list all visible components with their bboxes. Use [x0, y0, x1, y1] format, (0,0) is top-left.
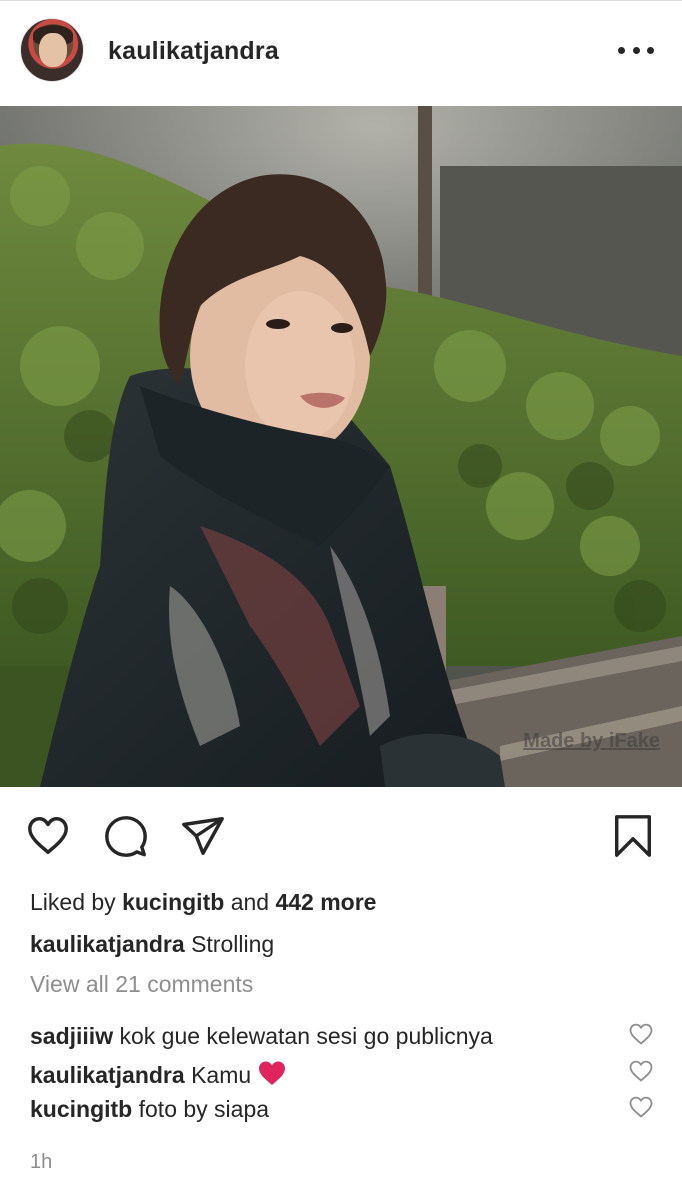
comment-like-heart-icon[interactable] [628, 1022, 654, 1046]
heart-icon [28, 817, 68, 855]
comment-item: sadjiiiw kok gue kelewatan sesi go publi… [30, 1023, 630, 1050]
bookmark-icon [614, 815, 652, 857]
post-photo[interactable]: Made by iFake [0, 106, 682, 787]
view-all-comments-link[interactable]: View all 21 comments [30, 971, 253, 998]
post-header: kaulikatjandra [0, 0, 682, 106]
caption-username[interactable]: kaulikatjandra [30, 931, 185, 957]
comment-like-heart-icon[interactable] [628, 1095, 654, 1119]
save-button[interactable] [610, 813, 656, 859]
comment-item: kucingitb foto by siapa [30, 1096, 630, 1123]
post-caption: kaulikatjandra Strolling [30, 931, 274, 958]
likes-summary[interactable]: Liked by kucingitb and 442 more [30, 889, 376, 916]
post-timestamp: 1h [30, 1151, 53, 1173]
post-action-bar [0, 787, 682, 883]
comment-text: Kamu [191, 1062, 252, 1088]
comment-username[interactable]: kaulikatjandra [30, 1062, 185, 1088]
comment-button[interactable] [103, 813, 149, 859]
likes-connector: and [230, 889, 270, 915]
photo-illustration [0, 106, 682, 787]
send-icon [182, 817, 224, 855]
share-button[interactable] [180, 813, 226, 859]
avatar[interactable] [20, 18, 84, 82]
post-author-username[interactable]: kaulikatjandra [108, 37, 279, 66]
comment-like-heart-icon[interactable] [628, 1059, 654, 1083]
comment-text: kok gue kelewatan sesi go publicnya [119, 1023, 493, 1049]
comment-username[interactable]: kucingitb [30, 1096, 132, 1122]
watermark-text: Made by iFake [523, 730, 660, 752]
comment-username[interactable]: sadjiiiw [30, 1023, 113, 1049]
like-button[interactable] [25, 813, 71, 859]
likes-prefix: Liked by [30, 889, 116, 915]
comment-icon [105, 816, 147, 857]
caption-text: Strolling [191, 931, 275, 957]
comment-text: foto by siapa [138, 1096, 270, 1122]
likes-count[interactable]: 442 more [275, 889, 376, 915]
red-heart-emoji-icon [258, 1061, 285, 1085]
comment-item: kaulikatjandra Kamu [30, 1060, 630, 1089]
instagram-post: kaulikatjandra Made by iFake Liked by ku… [0, 0, 682, 1199]
more-options-icon[interactable] [618, 47, 654, 57]
liked-by-username[interactable]: kucingitb [122, 889, 224, 915]
